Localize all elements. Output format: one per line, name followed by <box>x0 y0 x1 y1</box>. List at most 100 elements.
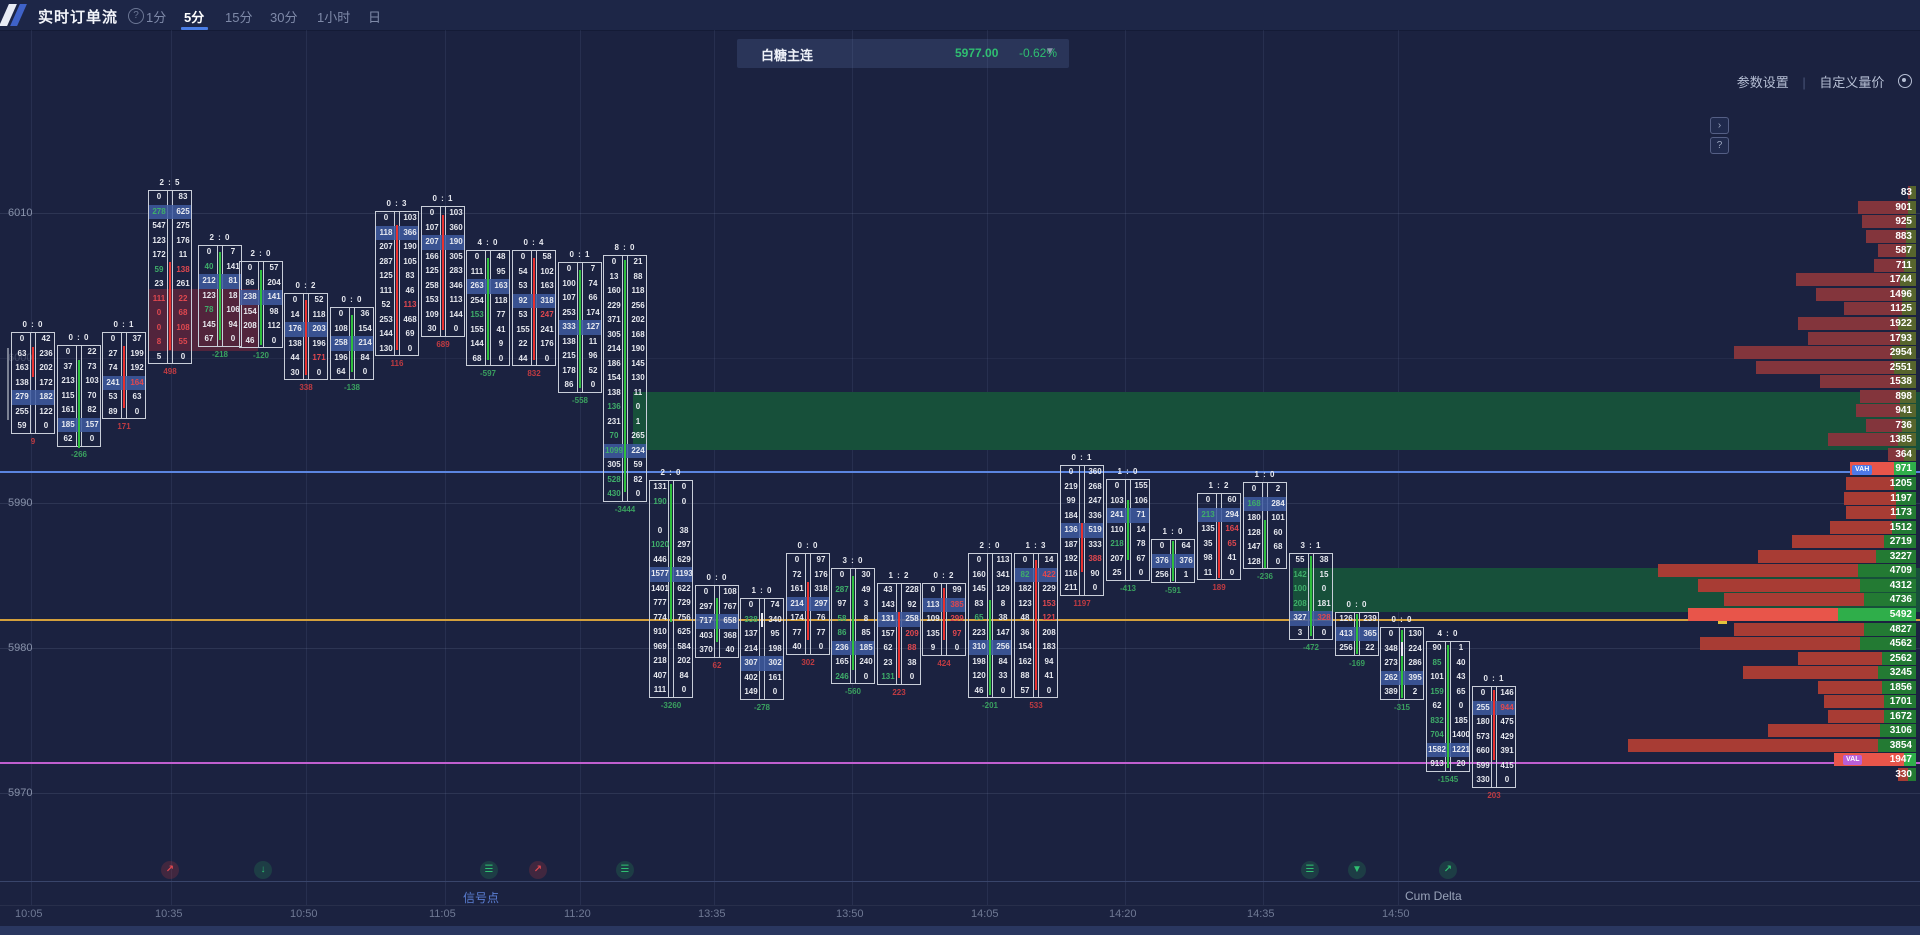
ask-volume-cell: 78 <box>1131 537 1151 552</box>
ask-volume-cell: 41 <box>1222 551 1242 566</box>
bid-volume-cell: 192 <box>1061 552 1081 567</box>
ask-volume-cell: 0 <box>309 366 329 381</box>
bid-volume-cell: 123 <box>149 234 169 249</box>
signal-panel-label[interactable]: 信号点 <box>463 889 499 906</box>
profile-volume-label: 1385 <box>1806 434 1912 445</box>
ask-volume-cell: 67 <box>1131 552 1151 567</box>
bid-volume-cell: 9 <box>923 641 943 656</box>
bid-volume-cell: 910 <box>650 625 670 640</box>
bid-volume-cell: 212 <box>199 274 219 289</box>
bid-volume-cell: 660 <box>1473 744 1493 759</box>
bid-volume-cell: 1099 <box>604 444 624 459</box>
ask-volume-cell: 11 <box>583 335 603 350</box>
bid-volume-cell: 46 <box>969 684 989 699</box>
custom-volume-price-button[interactable]: 自定义量价 <box>1819 75 1884 90</box>
tab-5分[interactable]: 5分 <box>184 7 204 26</box>
green-signal-icon[interactable]: ☰ <box>480 861 498 879</box>
axis-separator <box>0 905 1920 906</box>
bid-volume-cell: 162 <box>1015 655 1035 670</box>
red-signal-icon[interactable]: ↗ <box>529 861 547 879</box>
bid-volume-cell: 14 <box>285 308 305 323</box>
gear-icon[interactable] <box>1898 74 1912 88</box>
ask-volume-cell: 43 <box>1451 670 1471 685</box>
bid-volume-cell: 23 <box>149 277 169 292</box>
bid-volume-cell: 178 <box>559 364 579 379</box>
help-button[interactable]: ? <box>1710 137 1729 154</box>
ask-volume-cell: 11 <box>173 248 193 263</box>
tab-日[interactable]: 日 <box>368 7 381 26</box>
bid-volume-cell: 0 <box>149 190 169 205</box>
ask-volume-cell: 63 <box>127 390 147 405</box>
ask-volume-cell: 163 <box>537 279 557 294</box>
ask-volume-cell: 52 <box>583 364 603 379</box>
ask-volume-cell: 82 <box>628 473 648 488</box>
ask-volume-cell: 40 <box>1451 656 1471 671</box>
profile-volume-label: 1512 <box>1806 522 1912 533</box>
bid-volume-cell: 90 <box>1427 641 1447 656</box>
bid-volume-cell: 255 <box>12 405 32 420</box>
bid-volume-cell: 111 <box>149 292 169 307</box>
bid-volume-cell: 279 <box>12 390 32 405</box>
bid-volume-cell: 0 <box>832 568 852 583</box>
bid-volume-cell: 130 <box>376 342 396 357</box>
bid-volume-cell: 0 <box>741 598 761 613</box>
ask-volume-cell: 127 <box>583 320 603 335</box>
ask-volume-cell: 118 <box>309 308 329 323</box>
bid-volume-cell: 297 <box>696 600 716 615</box>
ask-volume-cell: 141 <box>264 290 284 305</box>
candle-imbalance-header: 0 : 1 <box>102 320 146 329</box>
ask-volume-cell: 236 <box>36 347 56 362</box>
bid-volume-cell: 402 <box>741 671 761 686</box>
symbol-price: 5977.00 <box>955 46 998 60</box>
ask-volume-cell: 1 <box>628 415 648 430</box>
tab-30分[interactable]: 30分 <box>270 7 297 26</box>
green-signal-icon[interactable]: ▼ <box>1348 861 1366 879</box>
bid-volume-cell: 159 <box>1427 685 1447 700</box>
clipped-candle-wick <box>7 348 9 420</box>
bid-volume-cell: 371 <box>604 313 624 328</box>
bid-volume-cell: 0 <box>199 245 219 260</box>
ask-volume-cell: 52 <box>309 293 329 308</box>
x-axis-label: 13:50 <box>836 908 864 920</box>
ask-volume-cell: 113 <box>446 293 466 308</box>
param-settings-button[interactable]: 参数设置 <box>1737 75 1789 90</box>
bid-volume-cell: 208 <box>1290 597 1310 612</box>
bid-volume-cell: 144 <box>376 327 396 342</box>
bid-volume-cell: 138 <box>559 335 579 350</box>
ask-volume-cell: 297 <box>811 597 831 612</box>
ask-volume-cell: 122 <box>36 405 56 420</box>
help-icon[interactable]: ? <box>128 8 144 24</box>
ask-volume-cell: 202 <box>628 313 648 328</box>
bid-volume-cell: 832 <box>1427 714 1447 729</box>
bid-volume-cell: 430 <box>604 487 624 502</box>
candle-body-bar <box>1218 522 1220 578</box>
candle-body-bar <box>1447 645 1449 768</box>
tab-15分[interactable]: 15分 <box>225 7 252 26</box>
ask-volume-cell: 108 <box>720 585 740 600</box>
ask-volume-cell: 229 <box>1039 582 1059 597</box>
bid-volume-cell: 111 <box>650 683 670 698</box>
profile-volume-label: 3106 <box>1806 725 1912 736</box>
red-signal-icon[interactable]: ↗ <box>161 861 179 879</box>
bottom-scroll-strip[interactable] <box>0 926 1920 935</box>
green-signal-icon[interactable]: ☰ <box>1301 861 1319 879</box>
ask-volume-cell: 341 <box>993 568 1013 583</box>
candle-body-bar <box>442 215 444 330</box>
green-signal-icon[interactable]: ↓ <box>254 861 272 879</box>
value-band-upper <box>633 392 1920 450</box>
app-logo-icon <box>2 3 28 27</box>
candle-body-bar <box>943 588 945 640</box>
green-signal-icon[interactable]: ↗ <box>1439 861 1457 879</box>
x-axis-label: 14:05 <box>971 908 999 920</box>
top-bar: 实时订单流 ? 1分5分15分30分1小时日 <box>0 0 1920 31</box>
ask-volume-cell: 146 <box>1497 686 1517 701</box>
green-signal-icon[interactable]: ☰ <box>616 861 634 879</box>
bid-volume-cell: 214 <box>604 342 624 357</box>
ask-volume-cell: 198 <box>765 642 785 657</box>
tab-1分[interactable]: 1分 <box>146 7 166 26</box>
ask-volume-cell: 261 <box>173 277 193 292</box>
ask-volume-cell: 77 <box>491 308 511 323</box>
tab-1小时[interactable]: 1小时 <box>317 7 350 26</box>
symbol-selector[interactable]: 白糖主连 5977.00 -0.62% ▼ <box>737 39 1069 68</box>
collapse-button[interactable]: › <box>1710 117 1729 134</box>
